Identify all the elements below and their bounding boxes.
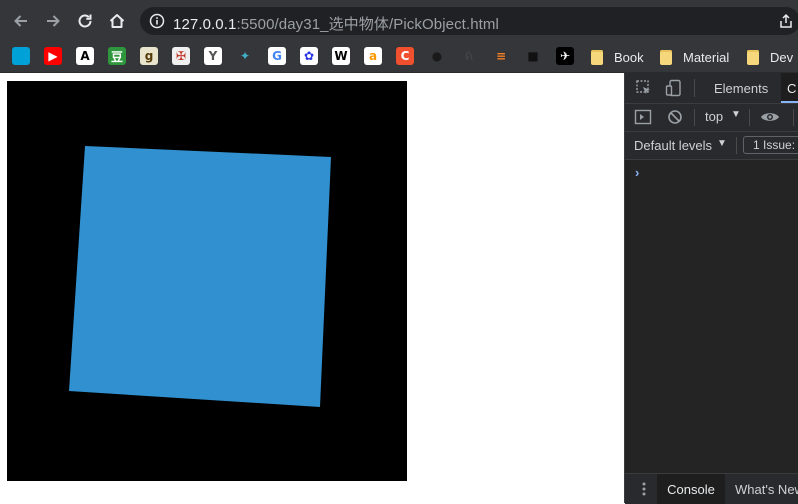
drawer-tab-console[interactable]: Console [657, 474, 725, 504]
baidu-icon[interactable]: ✿ [300, 47, 318, 65]
arrow-left-icon [14, 15, 27, 27]
levels-dropdown-icon[interactable]: ▼ [717, 138, 727, 149]
bookmark-folder-book[interactable]: Book [591, 46, 644, 68]
shrug-icon[interactable]: ♘ [460, 47, 478, 65]
c-bookmark-icon[interactable]: C [396, 47, 414, 65]
more-vertical-icon[interactable] [637, 481, 651, 497]
tab-elements[interactable]: Elements [714, 81, 768, 96]
inspect-element-icon[interactable] [635, 79, 653, 97]
drawer-tab-whats-new[interactable]: What's New [735, 482, 798, 497]
goodreads-icon[interactable]: g [140, 47, 158, 65]
folder-icon [747, 49, 759, 65]
webgl-canvas[interactable] [7, 81, 407, 481]
url-path: :5500/day31_选中物体/PickObject.html [236, 16, 499, 33]
bookmarks-bar: ▶ A 豆 g ✠ Y ✦ G ✿ Wa C ● ♘ ≡ ■ ✈ Book Material Dev [0, 42, 798, 73]
bookmark-folder-dev[interactable]: Dev [747, 46, 793, 68]
info-icon[interactable] [149, 13, 165, 29]
toolbar-divider [694, 79, 695, 97]
context-selector[interactable]: top [705, 109, 723, 124]
bookmark-folder-label: Dev [770, 49, 794, 65]
rocket-icon[interactable]: ✈ [556, 47, 574, 65]
share-icon[interactable] [778, 13, 794, 29]
home-button[interactable] [105, 9, 129, 33]
context-dropdown-icon[interactable]: ▼ [731, 109, 741, 120]
url-host: 127.0.0.1 [173, 16, 237, 33]
bird-icon[interactable]: ✦ [236, 47, 254, 65]
console-prompt[interactable]: › [635, 165, 639, 180]
url-text[interactable]: 127.0.0.1:5500/day31_选中物体/PickObject.htm… [173, 13, 499, 34]
folder-icon [591, 49, 603, 65]
default-levels-dropdown[interactable]: Default levels [634, 138, 712, 153]
bookmark-folder-material[interactable]: Material [660, 46, 729, 68]
douban-icon[interactable]: 豆 [108, 47, 126, 65]
canvas-scene [69, 146, 331, 407]
blue-square-object[interactable] [69, 146, 331, 407]
stackoverflow-icon[interactable]: ≡ [492, 47, 510, 65]
a-bookmark-icon[interactable]: A [76, 47, 94, 65]
arrow-right-icon [47, 15, 60, 27]
forward-button[interactable] [41, 9, 65, 33]
folder-icon [660, 49, 672, 65]
reload-icon [78, 14, 92, 28]
home-icon [109, 14, 125, 28]
browser-toolbar: 127.0.0.1:5500/day31_选中物体/PickObject.htm… [0, 0, 798, 42]
toolbar-divider [694, 109, 695, 126]
device-toolbar-icon[interactable] [665, 79, 683, 97]
wikipedia-icon[interactable]: W [332, 47, 350, 65]
tab-console-label: C [787, 81, 797, 96]
devtools-panel: Elements C top ▼ Default levels ▼ 1 Issu… [624, 73, 798, 504]
google-icon[interactable]: G [268, 47, 286, 65]
bilibili-icon[interactable] [12, 47, 30, 65]
dark-square-icon[interactable]: ■ [524, 47, 542, 65]
sidebar-toggle-icon[interactable] [634, 109, 652, 125]
devtools-tab-bar: Elements C [625, 73, 798, 104]
address-bar[interactable]: 127.0.0.1:5500/day31_选中物体/PickObject.htm… [140, 7, 798, 35]
web-page [0, 73, 624, 503]
tab-console[interactable]: C [781, 73, 798, 103]
bookmark-folder-label: Book [614, 49, 644, 65]
issues-button[interactable]: 1 Issue: [743, 136, 798, 154]
devtools-drawer-bar: Console What's New [625, 473, 798, 504]
console-toolbar: top ▼ [625, 104, 798, 132]
pirate-icon[interactable]: ✠ [172, 47, 190, 65]
y-bookmark-icon[interactable]: Y [204, 47, 222, 65]
back-button[interactable] [9, 9, 33, 33]
eye-icon[interactable] [760, 110, 780, 124]
bookmark-folder-label: Material [683, 49, 730, 65]
clear-console-icon[interactable] [667, 109, 683, 125]
reload-button[interactable] [73, 9, 97, 33]
toolbar-divider [736, 137, 737, 154]
github-icon[interactable]: ● [428, 47, 446, 65]
amazon-icon[interactable]: a [364, 47, 382, 65]
console-levels-bar: Default levels ▼ 1 Issue: [625, 132, 798, 160]
youtube-icon[interactable]: ▶ [44, 47, 62, 65]
toolbar-divider [749, 109, 750, 126]
toolbar-divider [793, 109, 794, 126]
